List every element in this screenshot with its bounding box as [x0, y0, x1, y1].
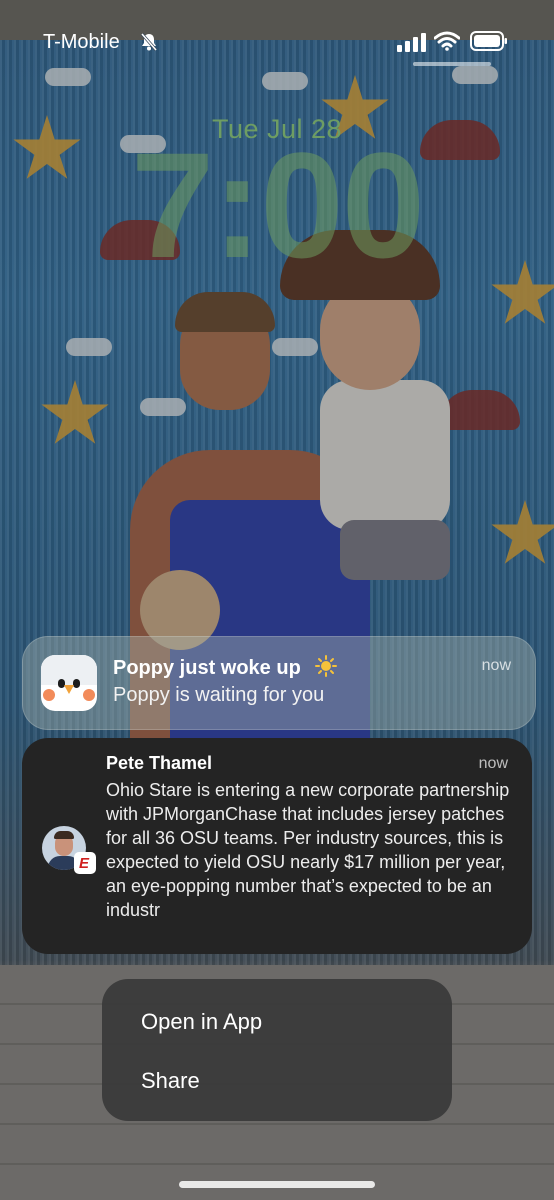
- open-in-app-menu-item[interactable]: Open in App: [141, 1009, 262, 1035]
- notification-body: Poppy is waiting for you: [113, 684, 325, 706]
- sun-icon: [315, 655, 337, 677]
- notification-timestamp: now: [478, 755, 508, 772]
- control-center-handle[interactable]: [413, 62, 491, 66]
- wifi-icon: [434, 31, 460, 51]
- poppy-app-icon: [41, 655, 97, 711]
- bell-slash-icon: [140, 33, 158, 51]
- espn-badge-icon: E: [74, 852, 96, 874]
- cellular-signal-icon: [397, 33, 426, 52]
- espn-badge-letter: E: [79, 855, 90, 872]
- notification-body: Ohio Stare is entering a new corporate p…: [106, 780, 510, 920]
- notification-espn[interactable]: E Pete Thamel now Ohio Stare is entering…: [22, 738, 532, 954]
- status-bar: T-Mobile: [0, 0, 554, 80]
- notification-title: Pete Thamel: [106, 753, 213, 773]
- notification-poppy[interactable]: Poppy just woke up Poppy is waiting for …: [22, 636, 536, 730]
- share-menu-item[interactable]: Share: [141, 1068, 200, 1094]
- notification-context-menu: Open in App Share: [102, 979, 452, 1121]
- notification-timestamp: now: [481, 657, 511, 674]
- notification-title: Poppy just woke up: [113, 657, 301, 679]
- home-indicator[interactable]: [179, 1181, 375, 1188]
- carrier-label: T-Mobile: [43, 31, 120, 53]
- battery-icon: [470, 31, 507, 51]
